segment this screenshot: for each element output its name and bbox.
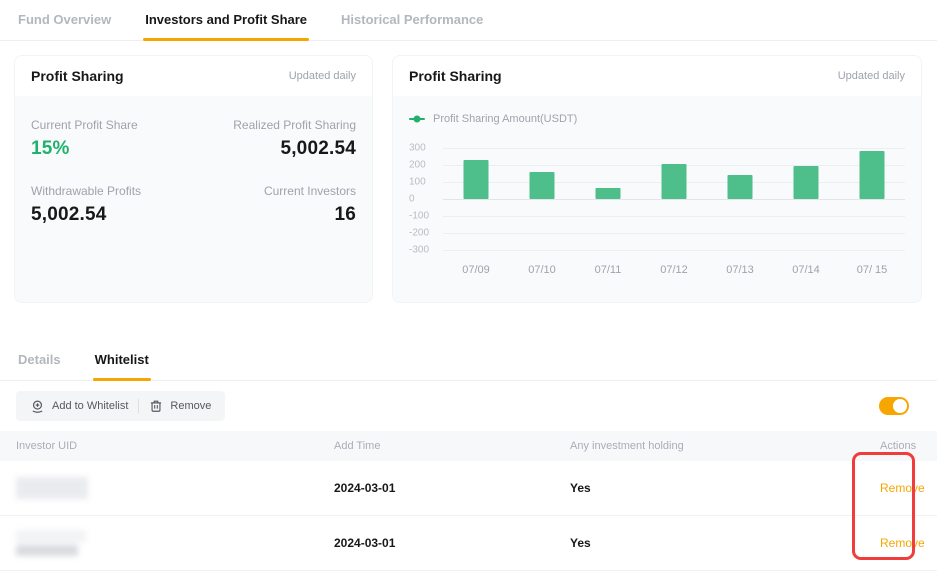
y-tick-label: -200	[409, 228, 429, 239]
stat-value: 16	[194, 204, 357, 226]
bar	[596, 188, 621, 199]
chart-plot-area: 07/0907/1007/1107/1207/1307/1407/ 15	[443, 148, 905, 276]
stats-card-title: Profit Sharing	[31, 68, 124, 84]
section-tabbar: Details Whitelist	[0, 340, 937, 381]
column-header-holding: Any investment holding	[570, 440, 880, 452]
table-row: 2024-03-01 Yes Remove	[0, 516, 937, 571]
remove-button[interactable]: Remove	[139, 391, 221, 421]
bar	[794, 166, 819, 199]
table-header-row: Investor UID Add Time Any investment hol…	[0, 431, 937, 461]
chart-y-axis: 3002001000-100-200-300	[409, 148, 443, 250]
tab-whitelist[interactable]: Whitelist	[93, 340, 151, 380]
tab-details[interactable]: Details	[16, 340, 63, 380]
stat-value: 15%	[31, 138, 194, 160]
tab-fund-overview[interactable]: Fund Overview	[16, 0, 113, 40]
investor-uid-redacted	[16, 530, 334, 556]
bar	[860, 151, 885, 199]
stat-current-profit-share: Current Profit Share 15%	[31, 118, 194, 160]
column-header-add-time: Add Time	[334, 440, 570, 452]
row-remove-link[interactable]: Remove	[880, 481, 925, 495]
cards-row: Profit Sharing Updated daily Current Pro…	[0, 41, 937, 303]
chart-card-body: Profit Sharing Amount(USDT) 300 200 100 0 -1…	[393, 96, 921, 303]
column-header-actions: Actions	[880, 440, 916, 452]
stat-value: 5,002.54	[194, 138, 357, 160]
trash-icon	[149, 399, 163, 413]
legend-label: Profit Sharing Amount(USDT)	[433, 113, 577, 125]
add-time-cell: 2024-03-01	[334, 481, 570, 495]
bar	[728, 175, 753, 199]
y-tick-label: 300	[409, 143, 426, 154]
column-header-investor-uid: Investor UID	[16, 440, 334, 452]
holding-cell: Yes	[570, 481, 880, 495]
x-tick-label: 07/10	[509, 264, 575, 276]
y-tick-label: -100	[409, 211, 429, 222]
profit-sharing-chart-card: Profit Sharing Updated daily Profit Shar…	[392, 55, 922, 303]
stat-current-investors: Current Investors 16	[194, 184, 357, 226]
stats-card-body: Current Profit Share 15% Realized Profit…	[15, 96, 372, 303]
remove-button-label: Remove	[170, 400, 211, 412]
bar	[464, 160, 489, 199]
whitelist-toolbar: Add to Whitelist Remove	[0, 381, 937, 421]
stat-withdrawable-profits: Withdrawable Profits 5,002.54	[31, 184, 194, 226]
stat-realized-profit-sharing: Realized Profit Sharing 5,002.54	[194, 118, 357, 160]
chart-legend: Profit Sharing Amount(USDT)	[409, 108, 905, 130]
stat-label: Current Profit Share	[31, 118, 194, 132]
x-tick-label: 07/11	[575, 264, 641, 276]
add-time-cell: 2024-03-01	[334, 536, 570, 550]
holding-cell: Yes	[570, 536, 880, 550]
stat-label: Current Investors	[194, 184, 357, 198]
stat-value: 5,002.54	[31, 204, 194, 226]
whitelist-toggle[interactable]	[879, 397, 909, 415]
stats-card-header: Profit Sharing Updated daily	[15, 56, 372, 96]
bar-chart: 3002001000-100-200-300 07/0907/1007/1107…	[409, 148, 905, 276]
whitelist-table: Investor UID Add Time Any investment hol…	[0, 431, 937, 571]
stat-label: Withdrawable Profits	[31, 184, 194, 198]
fund-management-page: Fund Overview Investors and Profit Share…	[0, 0, 937, 579]
x-tick-label: 07/14	[773, 264, 839, 276]
stat-label: Realized Profit Sharing	[194, 118, 357, 132]
bar	[530, 172, 555, 199]
chart-plot	[443, 148, 905, 250]
table-row: 2024-03-01 Yes Remove	[0, 461, 937, 516]
main-tabbar: Fund Overview Investors and Profit Share…	[0, 0, 937, 41]
row-remove-link[interactable]: Remove	[880, 536, 925, 550]
chart-bars	[443, 148, 905, 250]
y-tick-label: -300	[409, 245, 429, 256]
chart-card-updated-badge: Updated daily	[838, 70, 905, 82]
chart-x-axis: 07/0907/1007/1107/1207/1307/1407/ 15	[443, 264, 905, 276]
legend-marker-icon	[409, 118, 425, 120]
stats-card-updated-badge: Updated daily	[289, 70, 356, 82]
profit-sharing-stats-card: Profit Sharing Updated daily Current Pro…	[14, 55, 373, 303]
x-tick-label: 07/13	[707, 264, 773, 276]
toolbar-button-group: Add to Whitelist Remove	[16, 391, 225, 421]
investor-uid-redacted	[16, 477, 334, 499]
chart-card-title: Profit Sharing	[409, 68, 502, 84]
x-tick-label: 07/12	[641, 264, 707, 276]
add-to-whitelist-button[interactable]: Add to Whitelist	[20, 391, 138, 421]
tab-investors-profit-share[interactable]: Investors and Profit Share	[143, 0, 309, 40]
x-tick-label: 07/09	[443, 264, 509, 276]
y-tick-label: 200	[409, 160, 426, 171]
gridline	[443, 250, 905, 251]
y-tick-label: 100	[409, 177, 426, 188]
chart-card-header: Profit Sharing Updated daily	[393, 56, 921, 96]
add-to-whitelist-icon	[30, 399, 45, 414]
tab-historical-performance[interactable]: Historical Performance	[339, 0, 485, 40]
y-tick-label: 0	[409, 194, 415, 205]
x-tick-label: 07/ 15	[839, 264, 905, 276]
bar	[662, 164, 687, 199]
add-to-whitelist-label: Add to Whitelist	[52, 400, 128, 412]
